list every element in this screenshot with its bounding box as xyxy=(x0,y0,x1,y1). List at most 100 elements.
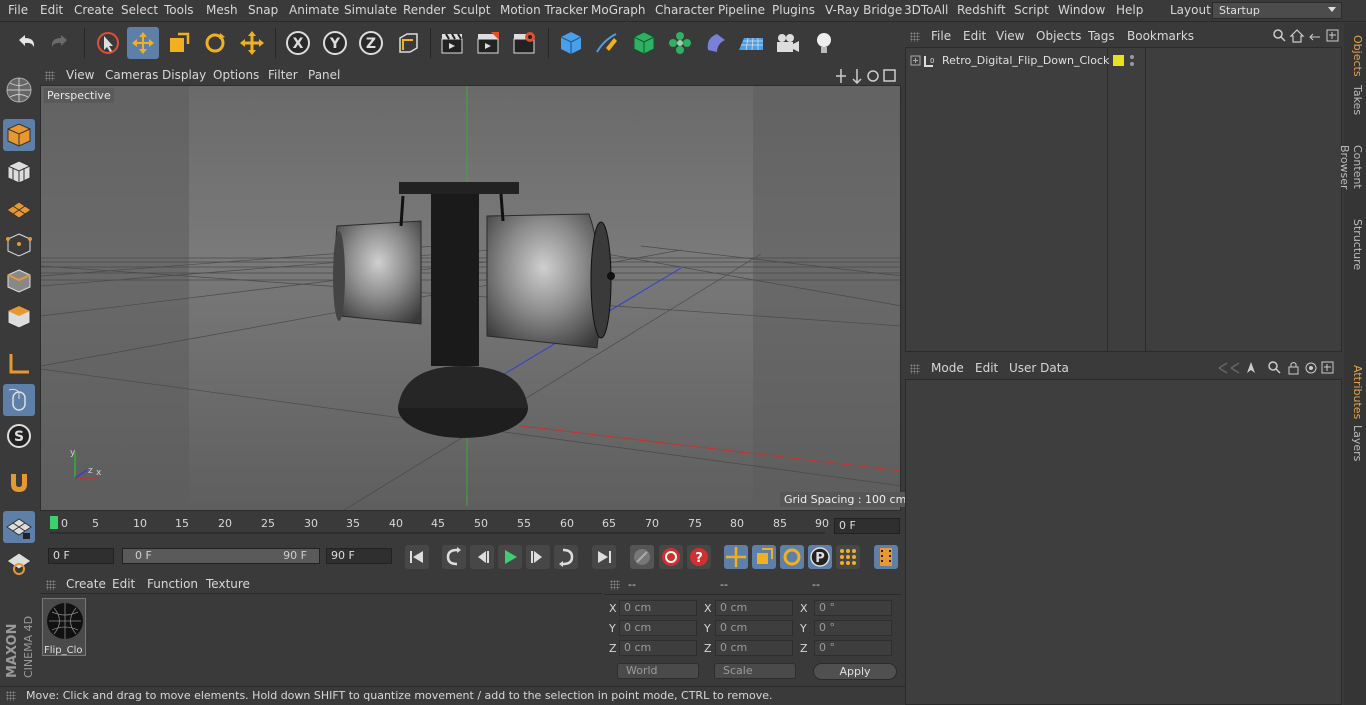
visibility-dots-icon[interactable] xyxy=(1128,54,1136,68)
attribute-manager-icons[interactable] xyxy=(1213,360,1341,376)
transform-tool-button[interactable] xyxy=(236,27,268,59)
apply-button[interactable]: Apply xyxy=(813,663,897,680)
locked-workplane-button[interactable] xyxy=(3,511,35,543)
next-key-button[interactable] xyxy=(554,545,578,569)
menu-sculpt[interactable]: Sculpt xyxy=(453,3,490,17)
menu-window[interactable]: Window xyxy=(1058,3,1105,17)
position-z-field[interactable]: 0 cm xyxy=(619,640,697,656)
object-row[interactable]: 0 Retro_Digital_Flip_Down_Clock xyxy=(908,52,1344,70)
object-name[interactable]: Retro_Digital_Flip_Down_Clock xyxy=(942,54,1109,67)
timeline-ruler[interactable]: 0 5 10 15 20 25 30 35 40 45 50 55 60 65 … xyxy=(40,513,901,543)
objects-menu-objects[interactable]: Objects xyxy=(1036,29,1081,43)
model-mode-button[interactable] xyxy=(3,119,35,151)
viewport-menu-options[interactable]: Options xyxy=(213,68,259,82)
viewport-menu-cameras[interactable]: Cameras xyxy=(105,68,158,82)
record-active-objects-button[interactable] xyxy=(630,545,654,569)
enable-axis-button[interactable] xyxy=(3,348,35,380)
menu-character[interactable]: Character xyxy=(655,3,714,17)
next-frame-button[interactable] xyxy=(526,545,550,569)
size-mode-dropdown[interactable]: Scale xyxy=(714,663,796,679)
tab-attributes[interactable]: Attributes xyxy=(1346,363,1364,421)
viewport-menu-panel[interactable]: Panel xyxy=(308,68,340,82)
menu-select[interactable]: Select xyxy=(121,3,158,17)
key-parameter-button[interactable]: P xyxy=(808,545,832,569)
tweak-mode-button[interactable] xyxy=(3,384,35,416)
viewport-nav-icons[interactable] xyxy=(835,68,899,84)
layout-dropdown[interactable]: Startup xyxy=(1212,2,1342,19)
material-menu-edit[interactable]: Edit xyxy=(112,577,135,591)
frame-range-slider[interactable]: 0 F 90 F xyxy=(122,548,320,564)
start-frame-field[interactable]: 0 F xyxy=(48,548,114,564)
menu-simulate[interactable]: Simulate xyxy=(344,3,397,17)
viewport-menu-filter[interactable]: Filter xyxy=(268,68,298,82)
attributes-menu-edit[interactable]: Edit xyxy=(975,361,998,375)
key-rotation-button[interactable] xyxy=(780,545,804,569)
key-point-level-button[interactable] xyxy=(836,545,860,569)
x-axis-lock-button[interactable]: X xyxy=(282,27,314,59)
menu-help[interactable]: Help xyxy=(1116,3,1143,17)
undo-button[interactable] xyxy=(10,27,42,59)
coordinate-space-dropdown[interactable]: World xyxy=(617,663,699,679)
tab-content-browser[interactable]: Content Browser xyxy=(1338,123,1364,211)
edges-mode-button[interactable] xyxy=(3,265,35,297)
y-axis-lock-button[interactable]: Y xyxy=(319,27,351,59)
go-to-end-button[interactable] xyxy=(592,545,616,569)
playhead[interactable] xyxy=(50,516,58,529)
snap-button[interactable]: S xyxy=(3,420,35,452)
object-manager-icons[interactable] xyxy=(1271,28,1341,44)
key-scale-button[interactable] xyxy=(752,545,776,569)
material-thumbnail[interactable]: Flip_Clo xyxy=(42,598,86,656)
menu-redshift[interactable]: Redshift xyxy=(957,3,1006,17)
menu-motion-tracker[interactable]: Motion Tracker xyxy=(500,3,588,17)
position-y-field[interactable]: 0 cm xyxy=(619,620,697,636)
live-selection-button[interactable] xyxy=(92,27,124,59)
add-array-button[interactable] xyxy=(664,27,696,59)
viewport-menu-display[interactable]: Display xyxy=(162,68,206,82)
add-cube-button[interactable] xyxy=(555,27,587,59)
menu-animate[interactable]: Animate xyxy=(289,3,339,17)
material-menu-create[interactable]: Create xyxy=(66,577,106,591)
timeline-window-button[interactable] xyxy=(874,545,898,569)
size-y-field[interactable]: 0 cm xyxy=(715,620,793,636)
menu-vray-bridge[interactable]: V-Ray Bridge xyxy=(825,3,902,17)
render-settings-button[interactable] xyxy=(508,27,540,59)
menu-mesh[interactable]: Mesh xyxy=(206,3,238,17)
keyframe-selection-button[interactable]: ? xyxy=(687,545,711,569)
coordinate-system-button[interactable] xyxy=(392,27,424,59)
rotation-p-field[interactable]: 0 ° xyxy=(814,620,892,636)
material-menu-texture[interactable]: Texture xyxy=(206,577,250,591)
autokeying-button[interactable] xyxy=(659,545,683,569)
add-camera-button[interactable] xyxy=(771,27,803,59)
layer-color-tag[interactable] xyxy=(1113,55,1124,66)
menu-mograph[interactable]: MoGraph xyxy=(591,3,646,17)
key-position-button[interactable] xyxy=(724,545,748,569)
menu-3dtoall[interactable]: 3DToAll xyxy=(904,3,948,17)
perspective-viewport[interactable] xyxy=(40,85,901,511)
end-frame-field[interactable]: 90 F xyxy=(326,548,392,564)
tab-layers[interactable]: Layers xyxy=(1346,425,1364,461)
objects-menu-tags[interactable]: Tags xyxy=(1088,29,1115,43)
size-x-field[interactable]: 0 cm xyxy=(715,600,793,616)
add-generator-button[interactable] xyxy=(628,27,660,59)
render-to-picture-viewer-button[interactable] xyxy=(472,27,504,59)
z-axis-lock-button[interactable]: Z xyxy=(355,27,387,59)
rotate-tool-button[interactable] xyxy=(199,27,231,59)
size-z-field[interactable]: 0 cm xyxy=(715,640,793,656)
move-tool-button[interactable] xyxy=(127,27,159,59)
objects-menu-edit[interactable]: Edit xyxy=(963,29,986,43)
tab-takes[interactable]: Takes xyxy=(1346,83,1364,117)
add-floor-button[interactable] xyxy=(735,27,767,59)
texture-mode-button[interactable] xyxy=(3,156,35,188)
planar-workplane-button[interactable] xyxy=(3,547,35,579)
previous-frame-button[interactable] xyxy=(470,545,494,569)
current-frame-field[interactable]: 0 F xyxy=(834,518,900,534)
menu-plugins[interactable]: Plugins xyxy=(772,3,815,17)
tab-objects[interactable]: Objects xyxy=(1346,31,1364,81)
add-deformer-button[interactable] xyxy=(700,27,732,59)
rotation-h-field[interactable]: 0 ° xyxy=(814,600,892,616)
expand-icon[interactable]: 0 xyxy=(910,55,940,67)
menu-tools[interactable]: Tools xyxy=(164,3,194,17)
menu-edit[interactable]: Edit xyxy=(40,3,63,17)
menu-create[interactable]: Create xyxy=(74,3,114,17)
redo-button[interactable] xyxy=(44,27,76,59)
